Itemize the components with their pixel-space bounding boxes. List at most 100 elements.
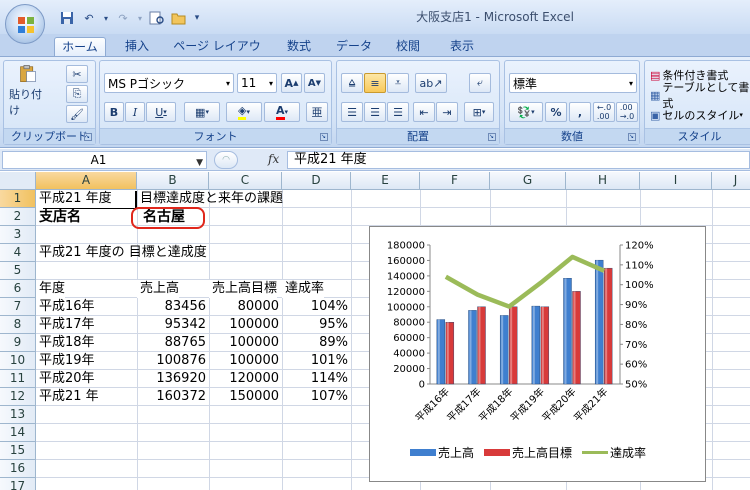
format-as-table-button[interactable]: ▦ テーブルとして書式: [649, 81, 750, 110]
merge-center-button[interactable]: ⊞ ▾: [464, 102, 494, 122]
row-header-4[interactable]: 4: [0, 244, 36, 262]
row-header-16[interactable]: 16: [0, 460, 36, 478]
chart[interactable]: 0 20000 40000 60000 80000 100000 120000 140000 1…: [369, 226, 706, 482]
comma-button[interactable]: ,: [569, 102, 591, 122]
table-cell[interactable]: 100000: [209, 352, 282, 370]
column-header-h[interactable]: H: [566, 172, 640, 190]
decrease-decimal-button[interactable]: .00 →.0: [616, 102, 638, 122]
formula-bar-expand-button[interactable]: ◠: [214, 151, 238, 169]
clipboard-launcher-icon[interactable]: ↘: [84, 133, 92, 141]
align-right-button[interactable]: ☰: [387, 102, 409, 122]
font-color-button[interactable]: A ▾: [264, 102, 300, 122]
table-cell[interactable]: 89%: [282, 334, 351, 352]
table-cell[interactable]: 平成17年: [36, 316, 95, 334]
row-header-6[interactable]: 6: [0, 280, 36, 298]
row-header-9[interactable]: 9: [0, 334, 36, 352]
row-header-2[interactable]: 2: [0, 208, 36, 226]
tab-view[interactable]: 表示: [440, 37, 484, 56]
table-cell[interactable]: 80000: [209, 298, 282, 316]
table-cell[interactable]: 平成18年: [36, 334, 95, 352]
table-cell[interactable]: 120000: [209, 370, 282, 388]
decrease-indent-button[interactable]: ⇤: [413, 102, 435, 122]
table-cell[interactable]: 160372: [137, 388, 209, 406]
row-header-3[interactable]: 3: [0, 226, 36, 244]
alignment-launcher-icon[interactable]: ↘: [488, 133, 496, 141]
table-cell[interactable]: 平成21 年: [36, 388, 99, 406]
table-cell[interactable]: 95%: [282, 316, 351, 334]
number-launcher-icon[interactable]: ↘: [628, 133, 636, 141]
table-cell[interactable]: 平成20年: [36, 370, 95, 388]
paste-button[interactable]: 貼り付け: [8, 63, 48, 119]
percent-button[interactable]: %: [545, 102, 567, 122]
shrink-font-button[interactable]: A ▼: [304, 73, 325, 93]
column-header-a[interactable]: A: [36, 172, 137, 190]
table-cell[interactable]: 83456: [137, 298, 209, 316]
font-size-select[interactable]: 11 ▾: [237, 73, 277, 93]
table-header-cell[interactable]: 売上高: [137, 280, 180, 298]
row-header-13[interactable]: 13: [0, 406, 36, 424]
column-header-d[interactable]: D: [282, 172, 351, 190]
table-cell[interactable]: 136920: [137, 370, 209, 388]
orientation-button[interactable]: ab↗: [415, 73, 447, 93]
table-cell[interactable]: 平成16年: [36, 298, 95, 316]
cell-styles-button[interactable]: ▣ セルのスタイル ▾: [649, 106, 750, 124]
font-launcher-icon[interactable]: ↘: [320, 133, 328, 141]
align-top-button[interactable]: ⩠: [341, 73, 363, 93]
table-cell[interactable]: 88765: [137, 334, 209, 352]
accounting-format-button[interactable]: 💱 ▾: [509, 102, 543, 122]
table-cell[interactable]: 100000: [209, 316, 282, 334]
phonetic-button[interactable]: 亜: [306, 102, 328, 122]
tab-insert[interactable]: 挿入: [114, 37, 160, 56]
cell-a2[interactable]: 支店名: [36, 208, 81, 226]
table-cell[interactable]: 114%: [282, 370, 351, 388]
row-header-12[interactable]: 12: [0, 388, 36, 406]
italic-button[interactable]: I: [125, 102, 145, 122]
increase-indent-button[interactable]: ⇥: [436, 102, 458, 122]
column-header-e[interactable]: E: [351, 172, 420, 190]
format-painter-button[interactable]: 🖌: [66, 105, 88, 123]
row-header-7[interactable]: 7: [0, 298, 36, 316]
tab-home[interactable]: ホーム: [54, 37, 106, 56]
row-header-10[interactable]: 10: [0, 352, 36, 370]
underline-button[interactable]: U ▾: [146, 102, 176, 122]
column-header-c[interactable]: C: [209, 172, 282, 190]
select-all-corner[interactable]: [0, 172, 36, 190]
row-header-17[interactable]: 17: [0, 478, 36, 490]
cell-a4[interactable]: 平成21 年度の 目標と達成度: [36, 244, 207, 262]
tab-review[interactable]: 校閲: [386, 37, 430, 56]
cut-button[interactable]: ✂: [66, 65, 88, 83]
table-cell[interactable]: 100876: [137, 352, 209, 370]
align-middle-button[interactable]: ≡: [364, 73, 386, 93]
align-center-button[interactable]: ☰: [364, 102, 386, 122]
table-cell[interactable]: 107%: [282, 388, 351, 406]
insert-function-button[interactable]: fx: [268, 152, 279, 166]
table-cell[interactable]: 104%: [282, 298, 351, 316]
number-format-select[interactable]: 標準 ▾: [509, 73, 637, 93]
formula-input[interactable]: 平成21 年度: [287, 151, 750, 169]
column-header-b[interactable]: B: [137, 172, 209, 190]
column-header-g[interactable]: G: [490, 172, 566, 190]
cell-b1[interactable]: 目標達成度と来年の課題: [137, 190, 283, 208]
table-cell[interactable]: 100000: [209, 334, 282, 352]
column-header-j[interactable]: J: [712, 172, 750, 190]
row-header-15[interactable]: 15: [0, 442, 36, 460]
row-header-14[interactable]: 14: [0, 424, 36, 442]
borders-button[interactable]: ▦ ▾: [184, 102, 220, 122]
tab-data[interactable]: データ: [330, 37, 378, 56]
table-header-cell[interactable]: 年度: [36, 280, 66, 298]
tab-formulas[interactable]: 数式: [276, 37, 322, 56]
fill-color-button[interactable]: ◈ ▾: [226, 102, 262, 122]
align-left-button[interactable]: ☰: [341, 102, 363, 122]
table-cell[interactable]: 平成19年: [36, 352, 95, 370]
column-header-f[interactable]: F: [420, 172, 490, 190]
font-name-select[interactable]: MS Pゴシック ▾: [104, 73, 234, 93]
row-header-11[interactable]: 11: [0, 370, 36, 388]
row-header-5[interactable]: 5: [0, 262, 36, 280]
tab-page-layout[interactable]: ページ レイアウト: [170, 37, 264, 71]
table-header-cell[interactable]: 達成率: [282, 280, 325, 298]
copy-button[interactable]: ⎘: [66, 85, 88, 103]
row-header-8[interactable]: 8: [0, 316, 36, 334]
cell-a1[interactable]: 平成21 年度: [36, 190, 135, 208]
align-bottom-button[interactable]: ⩡: [387, 73, 409, 93]
increase-decimal-button[interactable]: ←.0.00: [593, 102, 615, 122]
